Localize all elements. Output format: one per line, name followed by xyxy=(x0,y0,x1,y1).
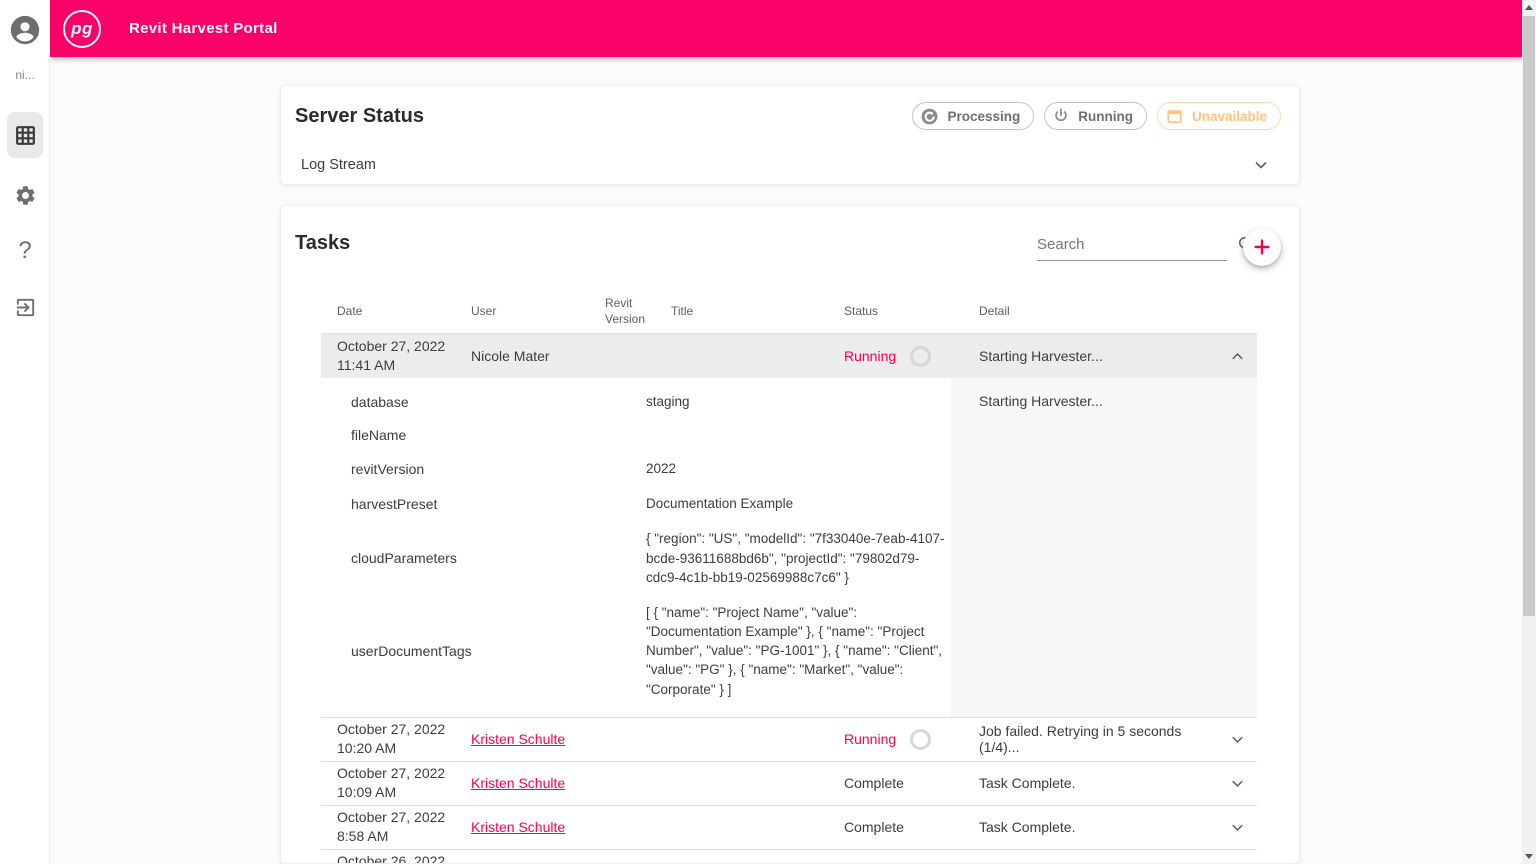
expand-row-button[interactable] xyxy=(1217,818,1257,837)
table-header-row: Date User Revit Version Title Status Det… xyxy=(321,291,1257,334)
detail-field: cloudParameters { "region": "US", "model… xyxy=(321,521,951,594)
sidebar-item-help[interactable]: ? xyxy=(7,228,43,274)
table-row[interactable]: October 27, 2022 8:58 AM Kristen Schulte… xyxy=(321,806,1257,850)
user-link[interactable]: Kristen Schulte xyxy=(471,775,565,791)
processing-chip[interactable]: Processing xyxy=(912,102,1034,130)
col-status: Status xyxy=(828,304,963,320)
user-avatar-icon[interactable] xyxy=(8,13,42,47)
progress-spinner-icon xyxy=(910,346,931,367)
row-status: Complete xyxy=(844,819,904,835)
col-user: User xyxy=(455,304,589,320)
user-link[interactable]: Kristen Schulte xyxy=(471,819,565,835)
col-date: Date xyxy=(321,304,455,320)
task-log-text: Starting Harvester... xyxy=(979,393,1103,409)
sidebar: ni... ? xyxy=(0,0,50,864)
chevron-down-icon xyxy=(1251,155,1271,175)
grid-icon xyxy=(13,123,38,148)
scroll-down-arrow-icon[interactable] xyxy=(1525,854,1533,859)
row-date: October 27, 2022 xyxy=(337,337,455,356)
chip-label: Processing xyxy=(947,109,1020,124)
expand-row-button[interactable] xyxy=(1217,730,1257,749)
task-detail-panel: database staging fileName revitVersion 2… xyxy=(321,378,1257,718)
row-status: Running xyxy=(844,348,896,364)
table-row[interactable]: October 27, 2022 11:41 AM Nicole Mater R… xyxy=(321,334,1257,378)
progress-spinner-icon xyxy=(910,729,931,750)
sidebar-item-settings[interactable] xyxy=(7,172,43,218)
sidebar-item-logout[interactable] xyxy=(7,284,43,330)
row-time: 11:41 AM xyxy=(337,356,455,375)
row-detail: Starting Harvester... xyxy=(963,348,1217,364)
detail-field: harvestPreset Documentation Example xyxy=(321,486,951,521)
col-title: Title xyxy=(655,304,828,320)
row-user: Nicole Mater xyxy=(455,348,589,364)
brand-logo: pg xyxy=(63,10,101,48)
sidebar-username: ni... xyxy=(0,68,50,82)
row-detail: Job failed. Retrying in 5 seconds (1/4).… xyxy=(963,723,1217,755)
add-task-button[interactable] xyxy=(1243,228,1281,266)
col-revit-version: Revit Version xyxy=(589,296,655,327)
collapse-row-button[interactable] xyxy=(1217,347,1257,366)
page-scrollbar[interactable] xyxy=(1522,0,1536,864)
server-status-card: Server Status Processing xyxy=(280,85,1300,185)
tasks-card: Tasks Date User Revi xyxy=(280,205,1300,864)
user-link[interactable]: Kristen Schulte xyxy=(471,731,565,747)
scroll-up-arrow-icon[interactable] xyxy=(1525,5,1533,10)
unavailable-chip[interactable]: Unavailable xyxy=(1157,102,1281,130)
scrollbar-thumb[interactable] xyxy=(1523,16,1535,616)
sidebar-item-tasks[interactable] xyxy=(7,112,43,158)
task-log-panel: Starting Harvester... xyxy=(951,378,1257,717)
app-title: Revit Harvest Portal xyxy=(129,20,278,37)
search-input[interactable] xyxy=(1037,236,1236,253)
tasks-table: Date User Revit Version Title Status Det… xyxy=(321,291,1257,864)
row-status: Complete xyxy=(844,775,904,791)
chevron-down-icon xyxy=(1228,730,1247,749)
chevron-down-icon xyxy=(1228,818,1247,837)
col-detail: Detail xyxy=(963,304,1217,320)
chevron-down-icon xyxy=(1228,774,1247,793)
server-status-title: Server Status xyxy=(295,105,424,128)
row-detail: Task Complete. xyxy=(963,775,1217,791)
tasks-title: Tasks xyxy=(295,232,350,255)
server-status-chips: Processing Running xyxy=(912,102,1281,130)
detail-field: database staging xyxy=(321,384,951,419)
chip-label: Unavailable xyxy=(1192,109,1267,124)
chevron-up-icon xyxy=(1228,347,1247,366)
app-header: pg Revit Harvest Portal xyxy=(50,0,1522,57)
question-mark-icon: ? xyxy=(18,237,31,265)
running-chip[interactable]: Running xyxy=(1044,102,1147,130)
table-row[interactable]: October 27, 2022 10:20 AM Kristen Schult… xyxy=(321,718,1257,762)
gear-icon xyxy=(14,184,37,207)
power-icon xyxy=(1052,107,1070,125)
logout-icon xyxy=(14,296,37,319)
row-status: Running xyxy=(844,731,896,747)
refresh-disc-icon xyxy=(920,107,939,126)
chip-label: Running xyxy=(1078,109,1133,124)
search-field xyxy=(1037,234,1227,261)
main-content: Server Status Processing xyxy=(50,57,1522,864)
detail-field: fileName xyxy=(321,419,951,451)
plus-icon xyxy=(1251,236,1273,258)
expand-row-button[interactable] xyxy=(1217,774,1257,793)
log-stream-accordion[interactable]: Log Stream xyxy=(281,146,1299,184)
table-row[interactable]: October 26, 2022 11:38 AM Kristen Schult… xyxy=(321,850,1257,864)
detail-field: revitVersion 2022 xyxy=(321,451,951,486)
detail-field: userDocumentTags [ { "name": "Project Na… xyxy=(321,595,951,707)
table-row[interactable]: October 27, 2022 10:09 AM Kristen Schult… xyxy=(321,762,1257,806)
log-stream-label: Log Stream xyxy=(301,157,376,173)
row-detail: Task Complete. xyxy=(963,819,1217,835)
web-asset-icon xyxy=(1165,107,1184,126)
